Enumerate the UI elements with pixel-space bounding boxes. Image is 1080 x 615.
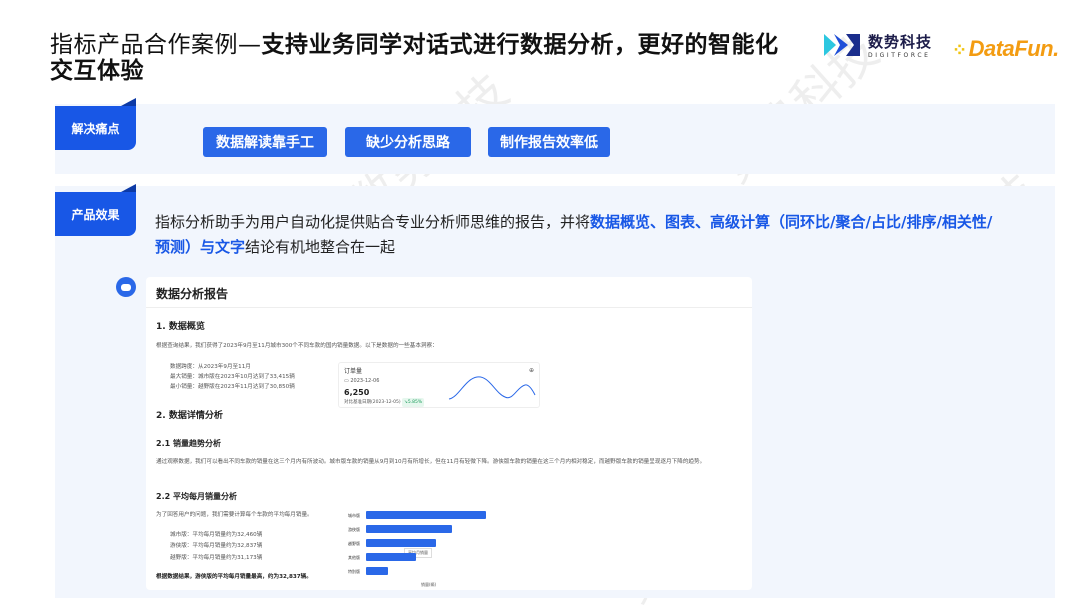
- list-item: 城市版：平均每月销量约为32,460辆: [170, 532, 263, 538]
- subsection-heading: 2.1 销量趋势分析: [156, 439, 221, 448]
- bar[interactable]: [366, 567, 388, 575]
- section-heading: 2. 数据详情分析: [156, 411, 223, 421]
- list-item: 最小销量：越野版在2023年11月达到了30,850辆: [170, 384, 295, 390]
- metric-label: 订单量: [344, 368, 363, 375]
- bar-label: 特别版: [348, 569, 360, 574]
- change-badge: ↘5.85%: [402, 398, 425, 407]
- subsection-heading: 2.2 平均每月销量分析: [156, 492, 237, 501]
- bar-label: 游侠版: [348, 527, 360, 532]
- sparkline: [448, 376, 536, 400]
- logo-text: 数势科技: [868, 33, 933, 51]
- axis-label: 销量(辆): [421, 582, 437, 587]
- bar-label: 其他版: [348, 555, 360, 560]
- list-item: 数据跨度：从2023年9月至11月: [170, 364, 251, 370]
- section-heading: 1. 数据概览: [156, 322, 205, 332]
- effect-tag: 产品效果: [55, 184, 136, 236]
- metric-date: ▭ 2023-12-06: [344, 378, 380, 384]
- digitforce-logo: 数势科技 DIGITFORCE: [822, 30, 932, 60]
- assistant-bot-icon: [116, 277, 136, 297]
- digitforce-logo-icon: [824, 34, 860, 56]
- bar-chart: 平均月销量 销量(辆) 城市版 游侠版 越野版 其他版 特别版: [326, 505, 506, 589]
- section-text: 根据查询结果，我们获得了2023年9月至11月城市300个不同车款的国内销量数据…: [156, 343, 438, 349]
- bar[interactable]: [366, 511, 486, 519]
- page-title: 指标产品合作案例—支持业务同学对话式进行数据分析，更好的智能化交互体验: [50, 32, 779, 84]
- pain-item: 数据解读靠手工: [203, 127, 327, 157]
- metric-value: 6,250: [344, 388, 370, 397]
- bar[interactable]: [366, 525, 453, 533]
- zoom-icon[interactable]: ⊕: [529, 366, 534, 375]
- report-title: 数据分析报告: [156, 287, 229, 301]
- pain-tag: 解决痛点: [55, 98, 136, 150]
- bar[interactable]: [366, 539, 436, 547]
- pain-item: 制作报告效率低: [488, 127, 610, 157]
- list-item: 越野版：平均每月销量约为31,173辆: [170, 555, 263, 561]
- pain-item: 缺少分析思路: [345, 127, 471, 157]
- datafun-logo: ⁘DataFun.: [952, 36, 1059, 61]
- divider: [146, 307, 752, 308]
- effect-description: 指标分析助手为用户自动化提供贴合专业分析师思维的报告，并将数据概览、图表、高级计…: [155, 213, 993, 256]
- list-item: 游侠版：平均每月销量约为32,837辆: [170, 543, 263, 549]
- metric-compare: 对比基准日期(2023-12-05) ↘5.85%: [344, 398, 425, 407]
- metric-card[interactable]: 订单量 ▭ 2023-12-06 6,250 对比基准日期(2023-12-05…: [338, 362, 540, 408]
- bar[interactable]: [366, 553, 417, 561]
- report-card: 数据分析报告 1. 数据概览 根据查询结果，我们获得了2023年9月至11月城市…: [146, 277, 752, 590]
- bar-label: 城市版: [348, 513, 360, 518]
- logo-subtext: DIGITFORCE: [868, 52, 931, 59]
- conclusion-text: 根据数据结果，游侠版的平均每月销量最高，约为32,837辆。: [156, 574, 312, 580]
- section-text: 通过观察数据，我们可以看出不同车款的销量在这三个月内有所波动。城市版车款的销量从…: [156, 459, 706, 465]
- list-item: 最大销量：城市版在2023年10月达到了33,415辆: [170, 374, 295, 380]
- bar-label: 越野版: [348, 541, 360, 546]
